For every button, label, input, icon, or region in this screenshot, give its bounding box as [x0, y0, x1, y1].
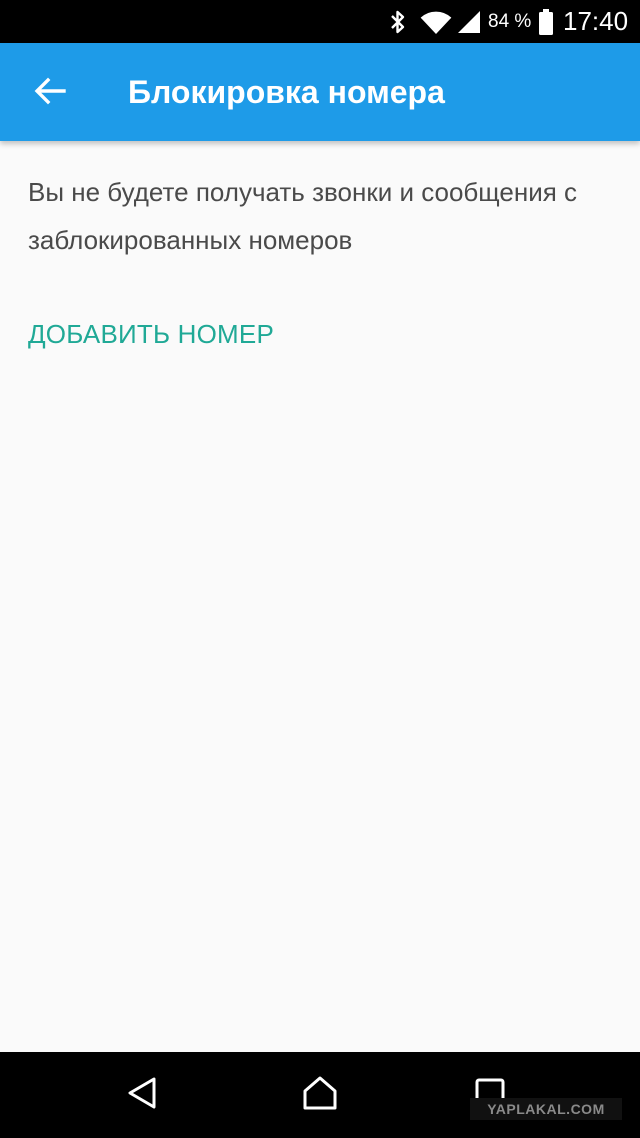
- blocking-description: Вы не будете получать звонки и сообщения…: [28, 177, 578, 255]
- arrow-left-icon: [34, 77, 66, 110]
- navigation-bar: [0, 1052, 640, 1138]
- nav-back-button[interactable]: [112, 1070, 172, 1120]
- back-button[interactable]: [18, 65, 82, 121]
- battery-percent: 84 %: [488, 10, 532, 32]
- page-title: Блокировка номера: [128, 74, 445, 110]
- app-bar: Блокировка номера: [0, 43, 640, 141]
- nav-home-button[interactable]: [290, 1070, 350, 1120]
- nav-home-icon: [301, 1075, 339, 1116]
- nav-back-icon: [126, 1076, 158, 1115]
- add-number-button[interactable]: ДОБАВИТЬ НОМЕР: [28, 312, 274, 356]
- cell-signal-icon: [456, 0, 482, 43]
- status-bar: 84 % 17:40: [0, 0, 640, 43]
- bluetooth-icon: [388, 0, 412, 43]
- watermark: YAPLAKAL.COM: [470, 1098, 622, 1120]
- battery-icon: [538, 0, 558, 43]
- status-time: 17:40: [563, 6, 629, 36]
- wifi-icon: [420, 0, 452, 43]
- screen: 84 % 17:40 Блокировка номера Вы не будет…: [0, 0, 640, 1138]
